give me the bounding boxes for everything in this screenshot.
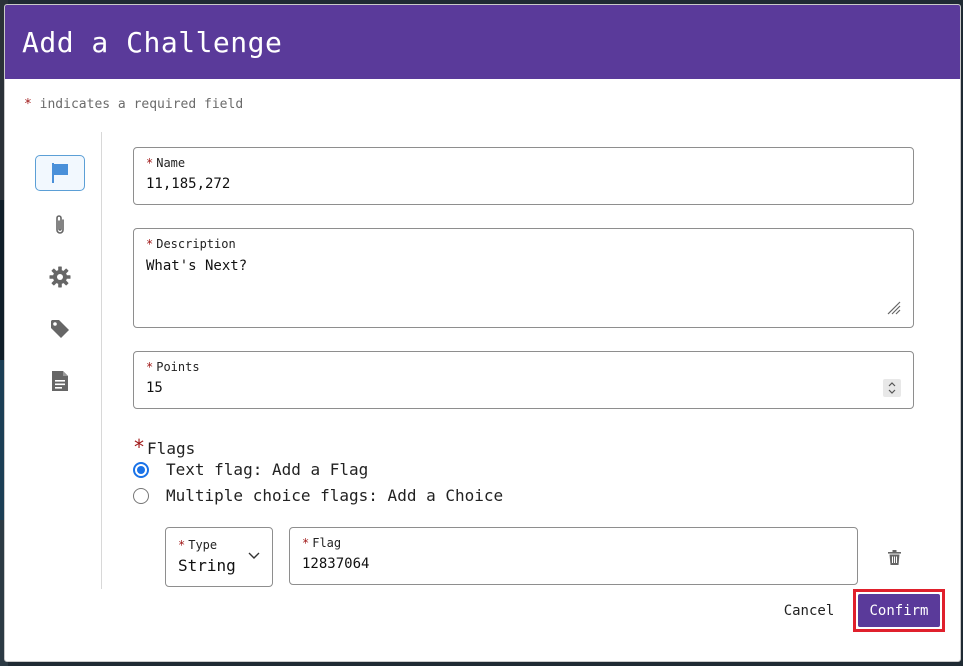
description-field[interactable]: * Description What's Next? [133, 228, 914, 328]
flag-type-select[interactable]: * Type String [165, 527, 273, 587]
name-label-text: Name [156, 156, 186, 170]
flag-label-text: Flag [312, 536, 342, 550]
description-label-text: Description [156, 237, 236, 251]
add-challenge-dialog: Add a Challenge * indicates a required f… [4, 4, 961, 662]
type-label-text: Type [188, 538, 218, 552]
flag-icon [52, 163, 68, 183]
required-marker: * [146, 360, 154, 374]
points-stepper[interactable] [883, 379, 901, 397]
text-flag-option[interactable]: Text flag: Add a Flag [133, 460, 368, 479]
multiple-choice-label: Multiple choice flags: Add a Choice [166, 486, 504, 505]
trash-icon [887, 549, 901, 565]
text-flag-label: Text flag: Add a Flag [166, 460, 369, 479]
name-field[interactable]: * Name 11,185,272 [133, 147, 914, 205]
points-label: * Points [146, 360, 200, 374]
cancel-button[interactable]: Cancel [775, 593, 843, 629]
nav-tags-button[interactable] [35, 311, 85, 347]
paperclip-icon [56, 215, 64, 234]
stepper-arrows-icon [888, 382, 896, 394]
tag-icon [51, 320, 69, 338]
confirm-highlight: Confirm [853, 589, 945, 632]
confirm-button[interactable]: Confirm [858, 594, 940, 627]
required-marker: * [146, 237, 154, 251]
required-marker: * [178, 538, 186, 552]
dialog-header: Add a Challenge [5, 5, 960, 79]
nav-attachments-button[interactable] [35, 207, 85, 243]
flag-input[interactable]: 12837064 [302, 556, 369, 572]
flag-field[interactable]: * Flag 12837064 [289, 527, 858, 585]
text-flag-radio[interactable] [133, 461, 149, 478]
required-marker: * [24, 97, 32, 112]
nav-settings-button[interactable] [35, 259, 85, 295]
challenge-section-nav [5, 132, 102, 589]
name-input[interactable]: 11,185,272 [146, 176, 230, 192]
flag-label: * Flag [302, 536, 341, 550]
description-textarea[interactable]: What's Next? [146, 258, 247, 274]
required-marker: * [146, 156, 154, 170]
name-label: * Name [146, 156, 185, 170]
delete-flag-button[interactable] [885, 547, 903, 567]
nav-flag-button[interactable] [35, 155, 85, 191]
points-label-text: Points [156, 360, 200, 374]
multiple-choice-radio[interactable] [133, 487, 149, 504]
type-selected-value: String [178, 556, 236, 575]
required-note-text: indicates a required field [39, 97, 244, 112]
points-input[interactable]: 15 [146, 380, 163, 396]
chevron-down-icon [248, 552, 260, 559]
flags-heading: * Flags [133, 435, 195, 459]
nav-files-button[interactable] [35, 363, 85, 399]
gear-icon [49, 266, 71, 288]
multiple-choice-option[interactable]: Multiple choice flags: Add a Choice [133, 486, 503, 505]
points-field[interactable]: * Points 15 [133, 351, 914, 409]
required-field-note: * indicates a required field [24, 97, 243, 112]
required-marker: * [302, 536, 310, 550]
type-label: * Type [178, 538, 217, 552]
description-label: * Description [146, 237, 236, 251]
required-marker: * [133, 435, 146, 459]
flags-heading-text: Flags [147, 439, 196, 458]
resize-handle-icon[interactable] [887, 301, 901, 315]
document-icon [52, 371, 68, 391]
dialog-title: Add a Challenge [22, 25, 283, 59]
